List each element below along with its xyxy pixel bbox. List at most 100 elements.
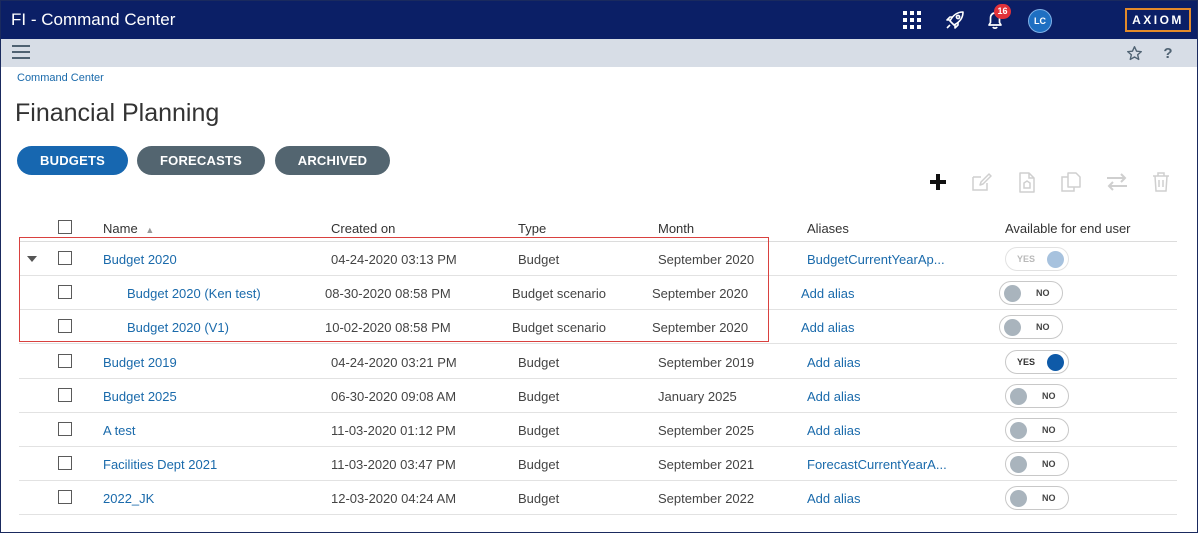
help-icon[interactable]: ?: [1158, 43, 1178, 63]
table-row[interactable]: 2022_JK 12-03-2020 04:24 AM Budget Septe…: [19, 481, 1177, 515]
top-bar: FI - Command Center: [1, 1, 1197, 39]
row-type: Budget: [518, 423, 560, 438]
toggle-label: NO: [1042, 425, 1056, 435]
edit-icon[interactable]: [970, 170, 994, 194]
row-checkbox[interactable]: [58, 456, 72, 470]
availability-toggle[interactable]: YES: [1005, 247, 1069, 271]
row-created: 08-30-2020 08:58 PM: [325, 286, 451, 301]
toggle-label: NO: [1042, 493, 1056, 503]
row-name-link[interactable]: 2022_JK: [103, 491, 154, 506]
row-checkbox[interactable]: [58, 251, 72, 265]
select-all-checkbox[interactable]: [58, 220, 72, 234]
toggle-label: NO: [1042, 391, 1056, 401]
toggle-knob: [1010, 388, 1027, 405]
row-type: Budget: [518, 457, 560, 472]
table-row[interactable]: Budget 2020 (V1) 10-02-2020 08:58 PM Bud…: [19, 310, 1177, 344]
page-title: Financial Planning: [15, 99, 220, 127]
row-checkbox[interactable]: [58, 388, 72, 402]
row-checkbox[interactable]: [58, 285, 72, 299]
row-type: Budget: [518, 491, 560, 506]
row-name-link[interactable]: Budget 2025: [103, 389, 177, 404]
row-created: 11-03-2020 01:12 PM: [331, 423, 456, 438]
breadcrumb[interactable]: Command Center: [17, 72, 104, 84]
row-name-link[interactable]: Budget 2020 (V1): [127, 320, 229, 335]
row-created: 04-24-2020 03:13 PM: [331, 252, 457, 267]
trash-icon[interactable]: [1149, 170, 1173, 194]
avatar[interactable]: LC: [1028, 9, 1052, 33]
row-month: September 2020: [658, 252, 755, 267]
swap-icon[interactable]: [1105, 170, 1129, 194]
row-alias-link[interactable]: Add alias: [807, 423, 860, 438]
collapse-caret-icon[interactable]: [27, 256, 37, 262]
tab-budgets[interactable]: BUDGETS: [17, 146, 128, 175]
column-header-available: Available for end user: [1005, 221, 1131, 236]
column-header-type: Type: [518, 221, 547, 236]
axiom-logo: AXIOM: [1125, 8, 1191, 32]
row-name-link[interactable]: Budget 2020: [103, 252, 177, 267]
row-alias-link[interactable]: Add alias: [801, 286, 854, 301]
row-alias-link[interactable]: ForecastCurrentYearA...: [807, 457, 947, 472]
row-alias-link[interactable]: Add alias: [801, 320, 854, 335]
table-row[interactable]: Budget 2020 04-24-2020 03:13 PM Budget S…: [19, 242, 1177, 276]
row-type: Budget: [518, 252, 560, 267]
toggle-label: YES: [1017, 254, 1036, 264]
menu-icon[interactable]: [12, 45, 30, 61]
copy-icon[interactable]: [1059, 170, 1083, 194]
availability-toggle[interactable]: NO: [999, 281, 1063, 305]
row-checkbox[interactable]: [58, 354, 72, 368]
document-icon[interactable]: [1015, 170, 1039, 194]
toggle-knob: [1010, 456, 1027, 473]
sub-bar: [1, 39, 1197, 67]
rocket-icon[interactable]: [942, 7, 968, 33]
row-name-link[interactable]: Budget 2019: [103, 355, 177, 370]
toggle-label: YES: [1017, 357, 1036, 367]
availability-toggle[interactable]: NO: [1005, 452, 1069, 476]
row-checkbox[interactable]: [58, 319, 72, 333]
column-header-name[interactable]: Name ▲︎: [103, 221, 154, 236]
column-header-name-label: Name: [103, 221, 138, 236]
row-created: 06-30-2020 09:08 AM: [331, 389, 457, 404]
column-header-month: Month: [658, 221, 695, 236]
apps-grid-icon[interactable]: [899, 7, 925, 33]
table-row[interactable]: Facilities Dept 2021 11-03-2020 03:47 PM…: [19, 447, 1177, 481]
column-header-created: Created on: [331, 221, 396, 236]
row-name-link[interactable]: Budget 2020 (Ken test): [127, 286, 261, 301]
row-checkbox[interactable]: [58, 422, 72, 436]
row-type: Budget: [518, 355, 560, 370]
row-month: September 2022: [658, 491, 755, 506]
toggle-knob: [1004, 319, 1021, 336]
table-row[interactable]: Budget 2020 (Ken test) 08-30-2020 08:58 …: [19, 276, 1177, 310]
row-created: 12-03-2020 04:24 AM: [331, 491, 457, 506]
row-type: Budget scenario: [512, 320, 606, 335]
availability-toggle[interactable]: NO: [999, 315, 1063, 339]
table-row[interactable]: Budget 2019 04-24-2020 03:21 PM Budget S…: [19, 345, 1177, 379]
availability-toggle[interactable]: NO: [1005, 384, 1069, 408]
row-alias-link[interactable]: Add alias: [807, 389, 860, 404]
sort-icon[interactable]: ▲︎: [145, 225, 154, 235]
app-title: FI - Command Center: [11, 10, 176, 29]
toggle-knob: [1004, 285, 1021, 302]
row-alias-link[interactable]: Add alias: [807, 355, 860, 370]
toggle-knob: [1010, 490, 1027, 507]
row-alias-link[interactable]: BudgetCurrentYearAp...: [807, 252, 945, 267]
table-row[interactable]: Budget 2025 06-30-2020 09:08 AM Budget J…: [19, 379, 1177, 413]
availability-toggle[interactable]: NO: [1005, 418, 1069, 442]
notification-badge: 16: [994, 4, 1011, 19]
column-header-aliases: Aliases: [807, 221, 849, 236]
row-month: September 2025: [658, 423, 755, 438]
row-month: September 2020: [652, 320, 749, 335]
row-month: September 2019: [658, 355, 755, 370]
row-name-link[interactable]: Facilities Dept 2021: [103, 457, 217, 472]
availability-toggle[interactable]: NO: [1005, 486, 1069, 510]
tab-archived[interactable]: ARCHIVED: [275, 146, 390, 175]
tab-forecasts[interactable]: FORECASTS: [137, 146, 265, 175]
row-alias-link[interactable]: Add alias: [807, 491, 860, 506]
row-name-link[interactable]: A test: [103, 423, 136, 438]
star-icon[interactable]: [1124, 43, 1144, 63]
availability-toggle[interactable]: YES: [1005, 350, 1069, 374]
row-created: 11-03-2020 03:47 PM: [331, 457, 456, 472]
row-created: 10-02-2020 08:58 PM: [325, 320, 451, 335]
row-checkbox[interactable]: [58, 490, 72, 504]
table-row[interactable]: A test 11-03-2020 01:12 PM Budget Septem…: [19, 413, 1177, 447]
plus-icon[interactable]: [926, 170, 950, 194]
